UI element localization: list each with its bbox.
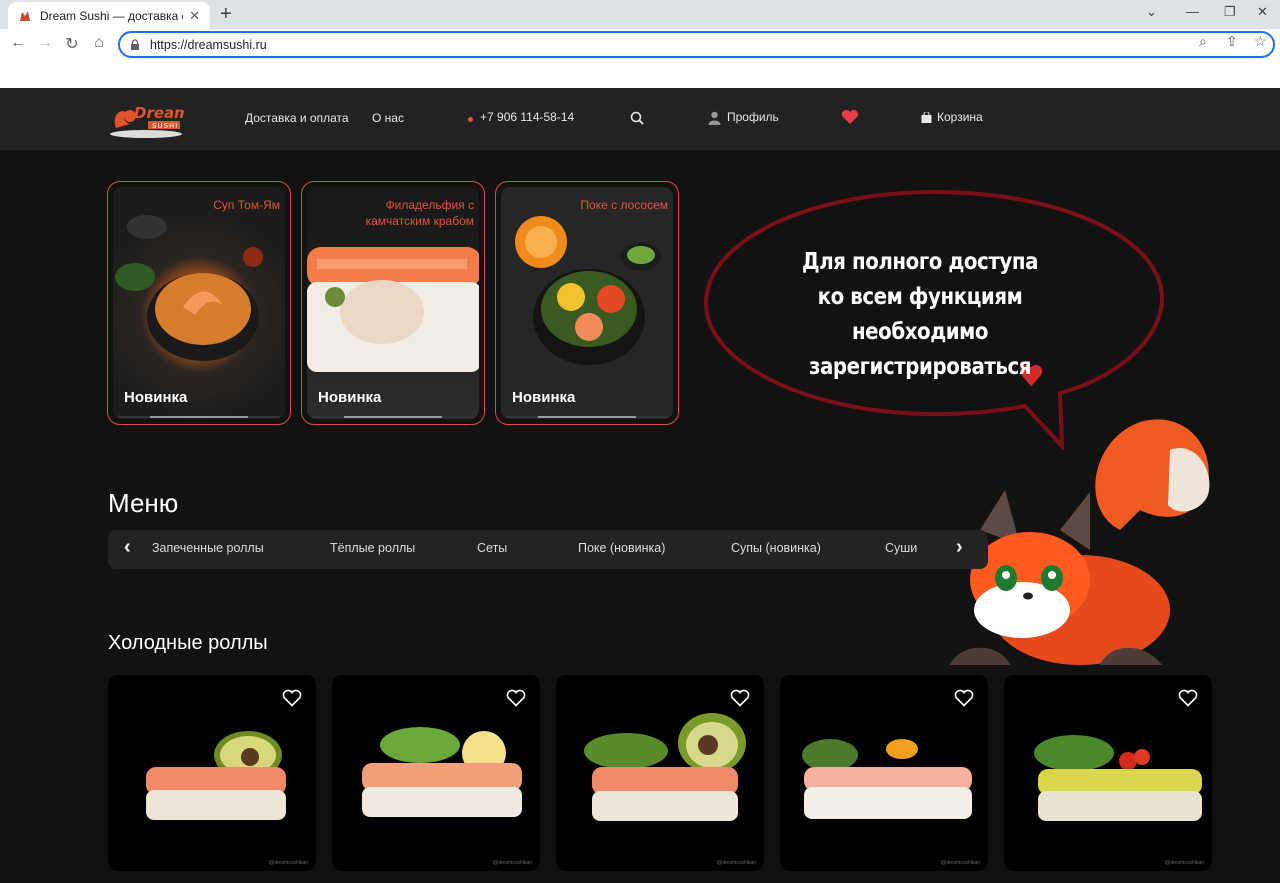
zoom-icon[interactable]: ⌕ (1199, 33, 1207, 50)
promo-image (501, 187, 673, 419)
promo-progress (506, 416, 668, 418)
reload-icon[interactable]: ↻ (62, 34, 82, 54)
close-window-icon[interactable]: ✕ (1257, 4, 1268, 20)
address-bar[interactable]: https://dreamsushi.ru (118, 31, 1275, 58)
cart-bag-icon[interactable] (921, 112, 932, 123)
browser-tab[interactable]: Dream Sushi — доставка суши, р ✕ (8, 2, 210, 29)
promo-card[interactable]: Суп Том-Ям Новинка (107, 181, 291, 425)
promo-badge: Новинка (318, 389, 382, 406)
bubble-line: необходимо зарегистрироваться (808, 319, 1032, 380)
product-card[interactable]: @dreamsushikan (332, 675, 540, 871)
bookmark-star-icon[interactable]: ☆ (1254, 33, 1267, 50)
category-tab[interactable]: Сеты (477, 541, 507, 555)
menu-heading: Меню (108, 488, 179, 518)
category-tab[interactable]: Тёплые роллы (330, 541, 415, 555)
promo-progress (312, 416, 474, 418)
nav-link-about[interactable]: О нас (372, 111, 404, 125)
cart-link[interactable]: Корзина (937, 110, 983, 124)
restore-icon[interactable]: ❐ (1224, 4, 1236, 20)
watermark: @dreamsushikan (269, 860, 308, 866)
watermark: @dreamsushikan (1165, 860, 1204, 866)
tab-title: Dream Sushi — доставка суши, р (40, 8, 183, 23)
promo-caption: Поке с лососем (580, 198, 668, 212)
main-content: Суп Том-Ям Новинка Филадельфия с камчатс… (0, 150, 1280, 883)
promo-card[interactable]: Поке с лососем Новинка (495, 181, 679, 425)
close-tab-icon[interactable]: ✕ (189, 8, 200, 24)
home-icon[interactable]: ⌂ (89, 34, 109, 52)
page-top-margin (0, 60, 1280, 88)
watermark: @dreamsushikan (493, 860, 532, 866)
watermark: @dreamsushikan (717, 860, 756, 866)
lock-icon (131, 39, 139, 50)
favorite-heart-icon[interactable] (1178, 689, 1198, 707)
product-card[interactable]: @dreamsushikan (556, 675, 764, 871)
category-tab[interactable]: Супы (новинка) (731, 541, 821, 555)
category-tab[interactable]: Запеченные роллы (152, 541, 264, 555)
fox-favicon-icon (20, 10, 30, 21)
back-icon[interactable]: ← (8, 34, 28, 52)
dream-sushi-logo[interactable]: Dream SUSHI (108, 98, 184, 140)
favorite-heart-icon[interactable] (506, 689, 526, 707)
browser-toolbar: ← → ↻ ⌂ https://dreamsushi.ru ⌕ ⇪ ☆ (0, 29, 1280, 60)
svg-text:SUSHI: SUSHI (152, 122, 178, 130)
phone-dot-icon (468, 117, 473, 122)
svg-text:Dream: Dream (134, 104, 184, 122)
favorites-heart-icon[interactable] (841, 109, 859, 125)
chevron-left-icon[interactable]: ‹ (124, 536, 131, 559)
profile-link[interactable]: Профиль (727, 110, 779, 124)
tom-yam-soup-image (115, 215, 263, 361)
promo-badge: Новинка (512, 389, 576, 406)
favorite-heart-icon[interactable] (730, 689, 750, 707)
poke-salmon-image (515, 216, 661, 365)
promo-card[interactable]: Филадельфия с камчатским крабом Новинка (301, 181, 485, 425)
bubble-line: ко всем функциям (817, 284, 1023, 310)
new-tab-icon[interactable]: + (220, 3, 232, 25)
promo-caption: Суп Том-Ям (213, 198, 280, 212)
url-text: https://dreamsushi.ru (150, 37, 267, 52)
category-tab[interactable]: Суши (885, 541, 917, 555)
site-header: Dream SUSHI Доставка и оплата О нас +7 9… (0, 88, 1280, 150)
category-tab[interactable]: Поке (новинка) (578, 541, 665, 555)
promo-image (113, 187, 285, 419)
user-icon[interactable] (708, 111, 721, 125)
favorite-heart-icon[interactable] (282, 689, 302, 707)
search-icon[interactable] (630, 111, 644, 125)
section-heading: Холодные роллы (108, 632, 268, 654)
share-icon[interactable]: ⇪ (1226, 33, 1238, 50)
promo-badge: Новинка (124, 389, 188, 406)
promo-caption: Филадельфия с камчатским крабом (365, 198, 474, 228)
bubble-message: Для полного доступа ко всем функциям нео… (748, 245, 1092, 385)
product-card[interactable]: @dreamsushikan (1004, 675, 1212, 871)
bubble-line: Для полного доступа (802, 249, 1038, 275)
minimize-icon[interactable]: — (1186, 4, 1199, 19)
tab-search-icon[interactable]: ⌄ (1146, 4, 1157, 20)
nav-link-delivery[interactable]: Доставка и оплата (245, 111, 349, 125)
category-carousel: ‹ Запеченные роллы Тёплые роллы Сеты Пок… (108, 530, 988, 569)
phone-link[interactable]: +7 906 114-58-14 (480, 110, 574, 124)
product-card[interactable]: @dreamsushikan (780, 675, 988, 871)
product-card[interactable]: @dreamsushikan (108, 675, 316, 871)
favorite-heart-icon[interactable] (954, 689, 974, 707)
promo-progress (118, 416, 280, 418)
watermark: @dreamsushikan (941, 860, 980, 866)
chevron-right-icon[interactable]: › (956, 536, 963, 559)
browser-tab-strip: Dream Sushi — доставка суши, р ✕ + ⌄ — ❐… (0, 0, 1280, 29)
forward-icon[interactable]: → (35, 34, 55, 52)
